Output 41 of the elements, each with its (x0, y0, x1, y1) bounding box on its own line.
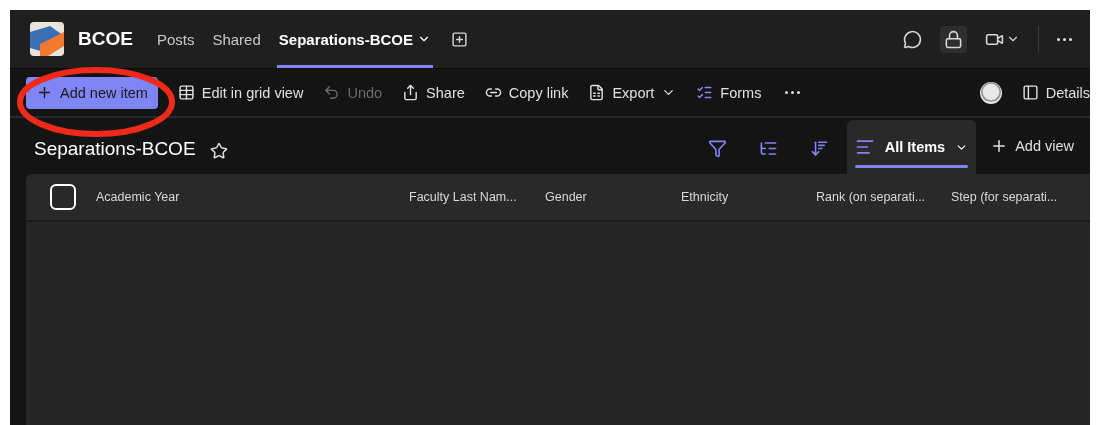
list-icon (696, 84, 714, 101)
plus-square-icon (451, 30, 468, 48)
column-header[interactable]: Step (for separati... (951, 190, 1086, 204)
channel-tab[interactable]: Separations-BCOE (276, 10, 433, 68)
filter-icon (707, 139, 727, 158)
more-icon (785, 91, 801, 94)
copy-link-button[interactable]: Copy link (484, 76, 569, 109)
list-title: Separations-BCOE (34, 138, 196, 160)
table-icon (177, 84, 195, 101)
column-header[interactable]: Ethnicity (681, 190, 816, 204)
details-button[interactable]: Details (1021, 76, 1090, 109)
favorite-star-icon[interactable] (209, 142, 228, 160)
view-tab[interactable]: All Items (846, 120, 977, 174)
forms-button[interactable]: Forms (696, 76, 762, 109)
avatar-icon[interactable] (979, 81, 1002, 104)
share-icon (402, 84, 420, 101)
chat-icon (903, 29, 922, 49)
list-icon (758, 139, 778, 158)
channel-tab[interactable]: Shared (210, 10, 263, 68)
lock-icon (944, 29, 963, 49)
team-name: BCOE (78, 28, 133, 50)
lock-button[interactable] (940, 25, 967, 53)
plus-icon (36, 84, 53, 101)
grid-view-button[interactable]: Edit in grid view (177, 76, 304, 109)
column-header[interactable]: Faculty Last Nam... (409, 190, 545, 204)
channel-tab[interactable]: Posts (154, 10, 197, 68)
lines-icon (854, 137, 875, 157)
column-header[interactable]: Rank (on separati... (816, 190, 951, 204)
team-logo-icon (30, 22, 64, 56)
spreadsheet-icon (588, 84, 606, 101)
column-header[interactable]: Academic Year (96, 190, 409, 204)
panel-icon (1021, 84, 1039, 101)
sort-icon (809, 139, 829, 158)
add-view-button[interactable]: Add view (990, 130, 1074, 162)
add-item-button[interactable]: Add new item (26, 76, 158, 109)
undo-icon (323, 84, 341, 101)
more-icon (1057, 37, 1072, 41)
column-header[interactable]: Gender (545, 190, 681, 204)
export-button[interactable]: Export (588, 76, 677, 109)
select-all-checkbox[interactable] (50, 184, 76, 210)
share-button[interactable]: Share (402, 76, 465, 109)
